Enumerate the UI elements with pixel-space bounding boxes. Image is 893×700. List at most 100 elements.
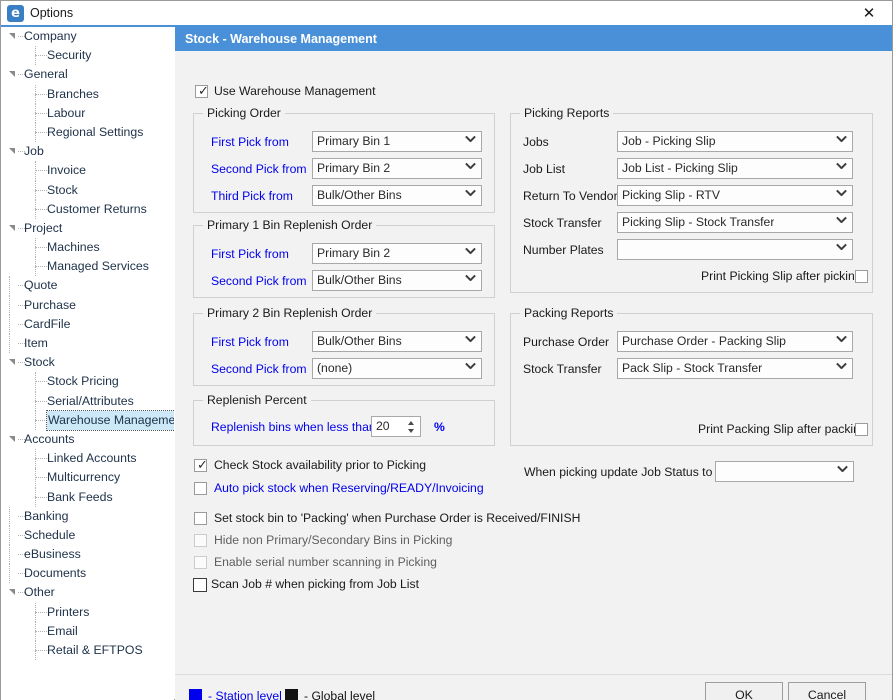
picking-reports-combo-3[interactable]: Picking Slip - Stock Transfer	[617, 212, 853, 233]
chevron-down-icon	[465, 247, 476, 258]
primary1-combo-0[interactable]: Primary Bin 2	[312, 243, 482, 264]
group-title: Picking Reports	[520, 106, 613, 120]
sidebar-item-label: Bank Feeds	[47, 488, 113, 507]
expander-triangle-icon[interactable]	[9, 71, 18, 80]
sidebar-item-multicurrency[interactable]: Multicurrency	[1, 468, 174, 487]
global-level-legend: - Global level	[304, 689, 375, 700]
sidebar-item-managed-services[interactable]: Managed Services	[1, 257, 174, 276]
expander-triangle-icon[interactable]	[9, 225, 18, 234]
expander-triangle-icon[interactable]	[9, 359, 18, 368]
sidebar-item-linked-accounts[interactable]: Linked Accounts	[1, 449, 174, 468]
primary2-combo-0[interactable]: Bulk/Other Bins	[312, 331, 482, 352]
sidebar-item-stock[interactable]: Stock	[1, 181, 174, 200]
sidebar-item-banking[interactable]: Banking	[1, 507, 174, 526]
picking-reports-combo-4[interactable]	[617, 239, 853, 260]
sidebar-item-accounts[interactable]: Accounts	[1, 430, 174, 449]
expander-triangle-icon[interactable]	[9, 33, 18, 42]
sidebar-item-label: CardFile	[24, 315, 70, 334]
sidebar-item-label: Stock Pricing	[47, 372, 119, 391]
stepper-arrows-icon[interactable]	[407, 420, 416, 434]
tree-guide-line	[9, 564, 11, 583]
tree-guide-dots	[35, 55, 47, 57]
sidebar-item-machines[interactable]: Machines	[1, 238, 174, 257]
picking-order-combo-2[interactable]: Bulk/Other Bins	[312, 185, 482, 206]
sidebar-item-serial-attributes[interactable]: Serial/Attributes	[1, 392, 174, 411]
sidebar-item-item[interactable]: Item	[1, 334, 174, 353]
group-title: Primary 2 Bin Replenish Order	[203, 306, 376, 320]
sidebar-item-job[interactable]: Job	[1, 142, 174, 161]
group-title: Primary 1 Bin Replenish Order	[203, 218, 376, 232]
ok-button[interactable]: OK	[705, 682, 783, 700]
checkbox-box	[194, 512, 207, 525]
title-bar: e Options ✕	[1, 1, 892, 27]
replenish-percent-stepper[interactable]: 20	[371, 416, 421, 437]
sidebar-item-email[interactable]: Email	[1, 622, 174, 641]
sidebar-item-other[interactable]: Other	[1, 583, 174, 602]
checkbox-label: Scan Job # when picking from Job List	[211, 576, 419, 593]
tree-guide-dots	[35, 458, 47, 460]
sidebar-item-customer-returns[interactable]: Customer Returns	[1, 200, 174, 219]
packing-reports-combo-1[interactable]: Pack Slip - Stock Transfer	[617, 358, 853, 379]
sidebar-item-labour[interactable]: Labour	[1, 104, 174, 123]
chevron-down-icon	[836, 135, 847, 146]
app-icon-glyph: e	[7, 5, 24, 22]
primary2-combo-1[interactable]: (none)	[312, 358, 482, 379]
checkbox-label: Check Stock availability prior to Pickin…	[214, 457, 426, 474]
sidebar-item-ebusiness[interactable]: eBusiness	[1, 545, 174, 564]
sidebar-item-stock[interactable]: Stock	[1, 353, 174, 372]
picking-order-combo-1[interactable]: Primary Bin 2	[312, 158, 482, 179]
primary2-replenish-group: Primary 2 Bin Replenish Order First Pick…	[193, 313, 495, 386]
sidebar-item-general[interactable]: General	[1, 65, 174, 84]
sidebar-item-purchase[interactable]: Purchase	[1, 296, 174, 315]
sidebar-item-label: Stock	[47, 181, 78, 200]
combo-value: Purchase Order - Packing Slip	[622, 332, 786, 351]
chevron-down-icon	[465, 135, 476, 146]
sidebar-item-label: Email	[47, 622, 78, 641]
sidebar-item-stock-pricing[interactable]: Stock Pricing	[1, 372, 174, 391]
sidebar-item-quote[interactable]: Quote	[1, 276, 174, 295]
percent-unit-label: %	[434, 419, 445, 435]
sidebar-item-printers[interactable]: Printers	[1, 603, 174, 622]
job-status-combo[interactable]	[715, 461, 854, 482]
packing-reports-combo-0[interactable]: Purchase Order - Packing Slip	[617, 331, 853, 352]
sidebar-item-security[interactable]: Security	[1, 46, 174, 65]
sidebar-item-regional-settings[interactable]: Regional Settings	[1, 123, 174, 142]
primary1-label-0: First Pick from	[211, 246, 289, 262]
picking-order-combo-0[interactable]: Primary Bin 1	[312, 131, 482, 152]
picking-reports-combo-1[interactable]: Job List - Picking Slip	[617, 158, 853, 179]
chevron-down-icon	[836, 243, 847, 254]
sidebar-item-retail-eftpos[interactable]: Retail & EFTPOS	[1, 641, 174, 660]
picking-reports-label-4: Number Plates	[523, 242, 604, 258]
picking-reports-combo-2[interactable]: Picking Slip - RTV	[617, 185, 853, 206]
combo-value: Job List - Picking Slip	[622, 159, 738, 178]
checkbox-box	[194, 556, 207, 569]
sidebar-item-documents[interactable]: Documents	[1, 564, 174, 583]
sidebar-item-company[interactable]: Company	[1, 27, 174, 46]
tree-guide-dots	[35, 612, 47, 614]
sidebar-item-warehouse-management[interactable]: Warehouse Management	[1, 411, 174, 430]
picking-reports-group: Picking Reports Jobs Job - Picking Slip …	[510, 113, 873, 293]
sidebar-item-bank-feeds[interactable]: Bank Feeds	[1, 488, 174, 507]
tree-guide-dots	[35, 381, 47, 383]
chevron-down-icon	[836, 189, 847, 200]
expander-triangle-icon[interactable]	[9, 589, 18, 598]
chevron-down-icon	[836, 216, 847, 227]
sidebar-item-invoice[interactable]: Invoice	[1, 161, 174, 180]
combo-value: Picking Slip - RTV	[622, 186, 720, 205]
checkbox-label: Use Warehouse Management	[214, 83, 375, 100]
sidebar-item-label: Printers	[47, 603, 89, 622]
sidebar-item-project[interactable]: Project	[1, 219, 174, 238]
expander-triangle-icon[interactable]	[9, 148, 18, 157]
packing-reports-label-0: Purchase Order	[523, 334, 609, 350]
primary1-combo-1[interactable]: Bulk/Other Bins	[312, 270, 482, 291]
cancel-button[interactable]: Cancel	[788, 682, 866, 700]
settings-tree[interactable]: CompanySecurityGeneralBranchesLabourRegi…	[1, 27, 174, 700]
expander-triangle-icon[interactable]	[9, 436, 18, 445]
picking-reports-combo-0[interactable]: Job - Picking Slip	[617, 131, 853, 152]
global-level-swatch	[285, 689, 298, 700]
group-title: Picking Order	[203, 106, 285, 120]
sidebar-item-cardfile[interactable]: CardFile	[1, 315, 174, 334]
sidebar-item-branches[interactable]: Branches	[1, 85, 174, 104]
sidebar-item-schedule[interactable]: Schedule	[1, 526, 174, 545]
close-icon[interactable]: ✕	[846, 1, 892, 25]
